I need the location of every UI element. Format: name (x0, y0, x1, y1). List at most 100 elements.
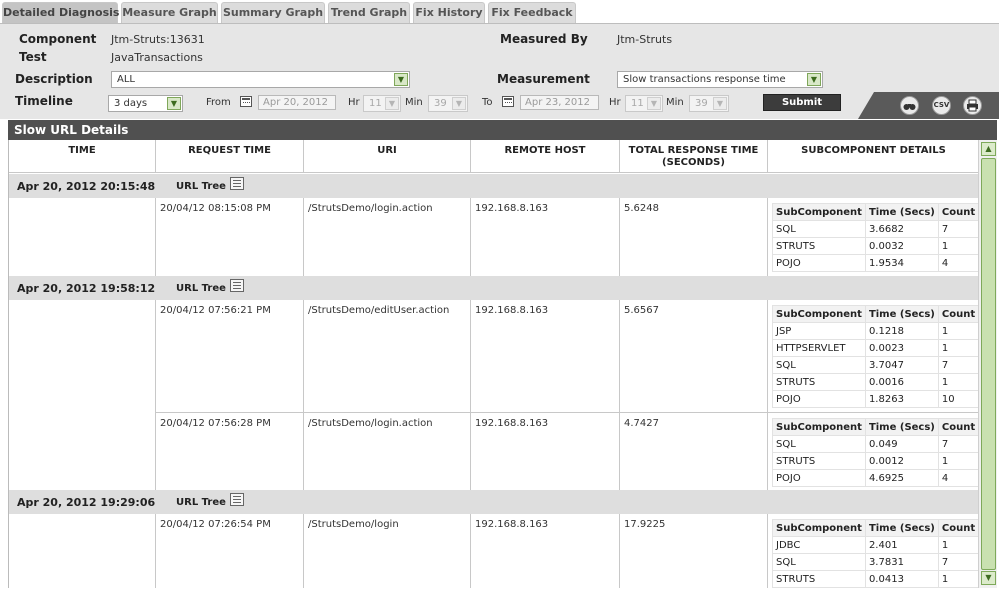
subcomponent-name: STRUTS (772, 237, 866, 255)
subcomponent-row: SQL 0.049 7 (772, 435, 978, 453)
calendar-icon[interactable] (502, 96, 514, 107)
subcomponent-time: 0.0012 (864, 452, 939, 470)
subcomponent-cell: SubComponent Time (Secs) Count JDBC 2.401 1 SQ… (768, 514, 978, 588)
total-response-time-cell: 17.9225 (620, 514, 768, 588)
subcomponent-time: 3.6682 (864, 220, 939, 238)
timeline-label: Timeline (15, 94, 73, 108)
scrollbar-thumb[interactable] (981, 158, 996, 570)
total-response-time-cell: 4.7427 (620, 413, 768, 490)
table-row: 20/04/12 07:26:54 PM/StrutsDemo/login 192… (9, 514, 978, 588)
subcomponent-header-cell: Time (Secs) (864, 519, 939, 537)
description-select[interactable]: ALL ▼ (111, 71, 410, 88)
calendar-icon[interactable] (240, 96, 252, 107)
uri-cell[interactable]: /StrutsDemo/login.action (304, 198, 471, 276)
col-header-time: TIME (9, 140, 156, 173)
subcomponent-header-cell: SubComponent (772, 519, 866, 537)
from-date-input[interactable]: Apr 20, 2012 (258, 95, 336, 110)
test-value: JavaTransactions (111, 51, 203, 64)
subcomponent-name: JDBC (772, 536, 866, 554)
subcomponent-row: SQL 3.7831 7 (772, 553, 978, 571)
col-header-remote-host: REMOTE HOST (471, 140, 620, 173)
group-time: Apr 20, 2012 19:58:12 (17, 282, 156, 295)
tab-detailed-diagnosis[interactable]: Detailed Diagnosis (2, 2, 119, 23)
subcomponent-row: SQL 3.6682 7 (772, 220, 978, 238)
col-header-request-time: REQUEST TIME (156, 140, 304, 173)
subcomponent-time: 1.8263 (864, 390, 939, 408)
subcomponent-time: 3.7831 (864, 553, 939, 571)
binoculars-icon[interactable] (900, 96, 919, 115)
test-label: Test (19, 50, 47, 64)
subcomponent-name: POJO (772, 390, 866, 408)
to-min-label: Min (666, 97, 684, 108)
remote-host-cell: 192.168.8.163 (471, 198, 620, 276)
subcomponent-row: HTTPSERVLET 0.0023 1 (772, 339, 978, 357)
to-min-select[interactable]: 39 ▼ (689, 95, 729, 112)
chevron-down-icon: ▼ (713, 97, 727, 110)
subcomponent-header-row: SubComponent Time (Secs) Count (772, 418, 978, 436)
url-tree-icon[interactable] (230, 493, 244, 506)
subcomponent-count: 1 (937, 237, 978, 255)
subcomponent-count: 1 (937, 339, 978, 357)
subcomponent-header-cell: Time (Secs) (864, 305, 939, 323)
scroll-up-icon[interactable]: ▲ (981, 142, 996, 156)
csv-icon[interactable]: CSV (932, 96, 951, 115)
vertical-scrollbar[interactable]: ▲ ▼ (978, 140, 997, 588)
group-time: Apr 20, 2012 19:29:06 (17, 496, 156, 509)
subcomponent-name: SQL (772, 356, 866, 374)
subcomponent-name: SQL (772, 220, 866, 238)
subcomponent-header-cell: Count (937, 519, 978, 537)
from-min-label: Min (405, 97, 423, 108)
subcomponent-time: 0.0032 (864, 237, 939, 255)
binoculars-glyph (903, 104, 916, 110)
uri-cell[interactable]: /StrutsDemo/editUser.action (304, 300, 471, 413)
from-label: From (206, 97, 231, 108)
subcomponent-cell: SubComponent Time (Secs) Count SQL 0.049 7 STR… (768, 413, 978, 490)
subcomponent-header-cell: Count (937, 305, 978, 323)
tab-fix-feedback[interactable]: Fix Feedback (488, 2, 576, 23)
to-hr-select[interactable]: 11 ▼ (625, 95, 663, 112)
subcomponent-header-cell: SubComponent (772, 305, 866, 323)
tab-trend-graph[interactable]: Trend Graph (328, 2, 410, 23)
subcomponent-header-cell: Time (Secs) (864, 203, 939, 221)
subcomponent-row: STRUTS 0.0012 1 (772, 452, 978, 470)
chevron-down-icon: ▼ (647, 97, 661, 110)
from-min-select[interactable]: 39 ▼ (428, 95, 468, 112)
url-tree-icon[interactable] (230, 279, 244, 292)
group-header-row: Apr 20, 2012 19:29:06 URL Tree (9, 490, 978, 514)
remote-host-cell: 192.168.8.163 (471, 300, 620, 413)
tab-summary-graph[interactable]: Summary Graph (221, 2, 325, 23)
tab-fix-history[interactable]: Fix History (413, 2, 485, 23)
tab-measure-graph[interactable]: Measure Graph (121, 2, 218, 23)
subcomponent-name: HTTPSERVLET (772, 339, 866, 357)
subcomponent-name: STRUTS (772, 452, 866, 470)
slow-url-table: TIME REQUEST TIME URI REMOTE HOST TOTAL … (8, 140, 978, 588)
url-tree-icon[interactable] (230, 177, 244, 190)
subcomponent-name: SQL (772, 435, 866, 453)
scroll-down-icon[interactable]: ▼ (981, 571, 996, 585)
subcomponent-name: SQL (772, 553, 866, 571)
measurement-value: Slow transactions response time (623, 74, 786, 85)
to-date-input[interactable]: Apr 23, 2012 (520, 95, 599, 110)
submit-button[interactable]: Submit (763, 94, 841, 111)
uri-cell[interactable]: /StrutsDemo/login (304, 514, 471, 588)
chevron-down-icon: ▼ (167, 97, 181, 110)
subcomponent-cell: SubComponent Time (Secs) Count JSP 0.1218 1 HT… (768, 300, 978, 413)
url-tree-label: URL Tree (176, 181, 226, 192)
total-response-time-cell: 5.6567 (620, 300, 768, 413)
request-time-cell: 20/04/12 07:26:54 PM (156, 514, 304, 588)
subcomponent-name: POJO (772, 254, 866, 272)
from-hr-select[interactable]: 11 ▼ (363, 95, 401, 112)
subcomponent-row: STRUTS 0.0413 1 (772, 570, 978, 588)
timeline-select[interactable]: 3 days ▼ (108, 95, 183, 112)
subcomponent-time: 1.9534 (864, 254, 939, 272)
request-time-cell: 20/04/12 07:56:21 PM (156, 300, 304, 413)
subcomponent-count: 1 (937, 570, 978, 588)
to-hr-value: 11 (631, 98, 644, 109)
subcomponent-name: JSP (772, 322, 866, 340)
request-time-cell: 20/04/12 08:15:08 PM (156, 198, 304, 276)
uri-cell[interactable]: /StrutsDemo/login.action (304, 413, 471, 490)
section-title: Slow URL Details (8, 120, 997, 140)
measurement-select[interactable]: Slow transactions response time ▼ (617, 71, 823, 88)
print-icon[interactable] (963, 96, 982, 115)
subcomponent-time: 0.0016 (864, 373, 939, 391)
